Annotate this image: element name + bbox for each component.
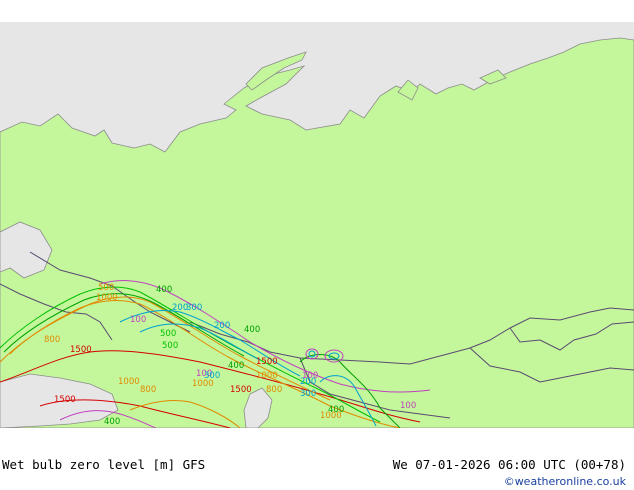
contour-label: 1000 <box>118 377 140 387</box>
contour-label: 500 <box>160 329 176 339</box>
valid-time: We 07-01-2026 06:00 UTC (00+78) <box>392 457 626 472</box>
contour-label: 1000 <box>96 293 118 303</box>
contour-label: 300 <box>300 389 316 399</box>
contour-label: 400 <box>244 325 260 335</box>
map-title: Wet bulb zero level [m] GFS <box>2 457 206 472</box>
contour-label: 400 <box>228 361 244 371</box>
contour-label: 800 <box>140 385 156 395</box>
contour-label: 800 <box>266 385 282 395</box>
contour-label: 400 <box>104 417 120 427</box>
contour-label: 1500 <box>70 345 92 355</box>
contour-label: 1500 <box>256 357 278 367</box>
contour-label: 1500 <box>230 385 252 395</box>
contour-label: 500 <box>162 341 178 351</box>
contour-label: 100 <box>400 401 416 411</box>
map-canvas[interactable]: 500 1000 1500 800 400 300 200 100 500 10… <box>0 22 634 428</box>
credit-link[interactable]: ©weatheronline.co.uk <box>504 475 626 488</box>
contour-label: 500 <box>98 283 114 293</box>
contour-label: 400 <box>156 285 172 295</box>
contour-label: 300 <box>186 303 202 313</box>
contour-label: 100 <box>130 315 146 325</box>
contour-label: 800 <box>44 335 60 345</box>
contour-label: 1000 <box>256 371 278 381</box>
contour-label: 200 <box>172 303 188 313</box>
contour-label: 100 <box>302 371 318 381</box>
contour-label: 200 <box>214 321 230 331</box>
contour-label: 1500 <box>54 395 76 405</box>
contour-label: 300 <box>204 371 220 381</box>
contour-label: 1000 <box>320 411 342 421</box>
